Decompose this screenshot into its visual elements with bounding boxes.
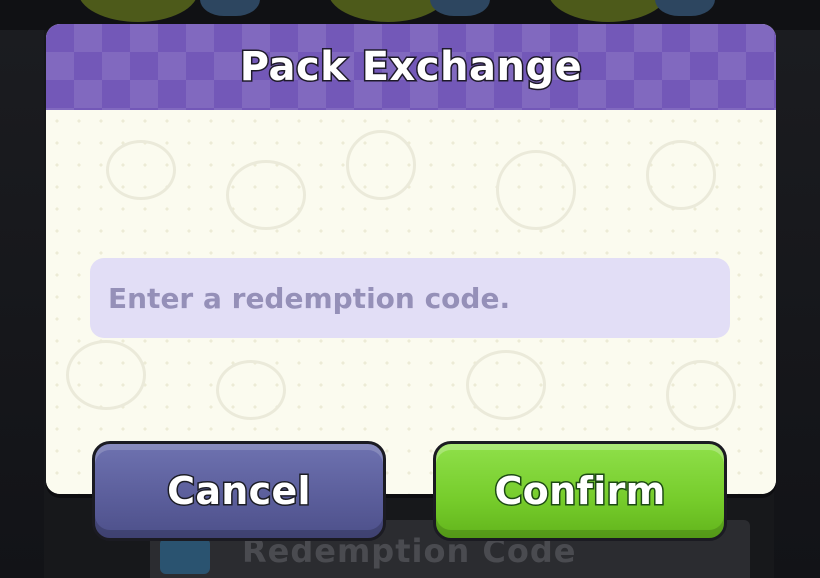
background-doodle xyxy=(466,350,546,420)
background-item-blue xyxy=(200,0,260,16)
background-doodle xyxy=(106,140,176,200)
confirm-button[interactable]: Confirm xyxy=(433,441,727,541)
background-doodle xyxy=(646,140,716,210)
background-doodle xyxy=(346,130,416,200)
dialog-title: Pack Exchange xyxy=(238,43,583,92)
background-doodle xyxy=(66,340,146,410)
background-doodle xyxy=(216,360,286,420)
dialog-body xyxy=(46,110,776,494)
background-doodle xyxy=(666,360,736,430)
cancel-button-label: Cancel xyxy=(166,468,312,515)
background-item-blue xyxy=(655,0,715,16)
cancel-button[interactable]: Cancel xyxy=(92,441,386,541)
background-doodle xyxy=(496,150,576,230)
dialog-header: Pack Exchange xyxy=(46,24,776,110)
pack-exchange-dialog: Pack Exchange xyxy=(46,24,776,494)
background-item-blue xyxy=(430,0,490,16)
confirm-button-label: Confirm xyxy=(493,468,667,515)
background-right-panel xyxy=(774,30,820,578)
background-item-green xyxy=(548,0,668,22)
ticket-icon xyxy=(160,538,210,574)
background-item-green xyxy=(78,0,198,22)
background-left-panel xyxy=(0,30,44,578)
background-doodle xyxy=(226,160,306,230)
redemption-code-input[interactable] xyxy=(90,258,730,338)
